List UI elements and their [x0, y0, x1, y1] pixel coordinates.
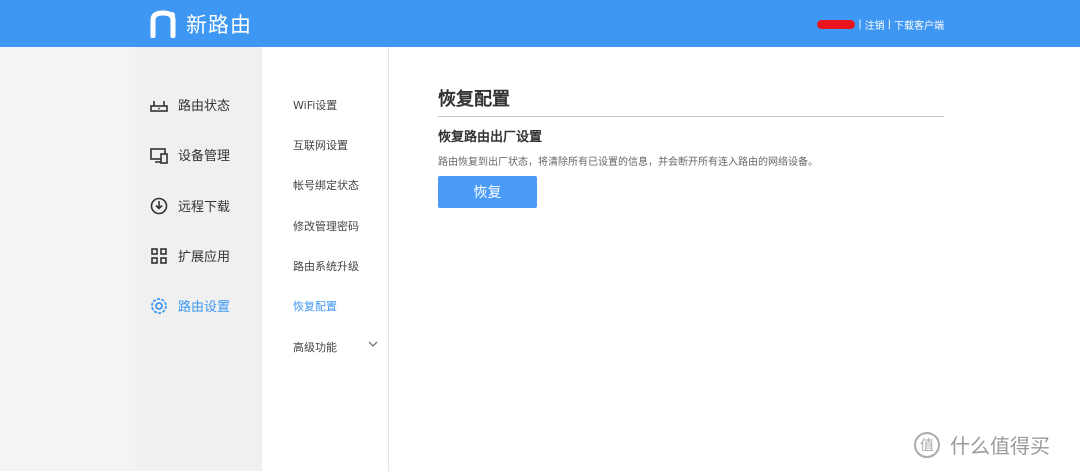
separator: |	[858, 19, 862, 30]
sidebar-item-device-management[interactable]: 设备管理	[150, 145, 230, 164]
watermark-text: 什么值得买	[950, 433, 1050, 458]
section-title: 恢复路由出厂设置	[438, 130, 543, 145]
top-bar: 新路由 | 注销 | 下载客户端	[0, 0, 1080, 47]
page-title: 恢复配置	[438, 89, 510, 110]
sidebar-item-label: 扩展应用	[178, 250, 231, 265]
separator: |	[887, 19, 891, 30]
subnav-item-restore-config[interactable]: 恢复配置	[293, 298, 337, 314]
main-content: 恢复配置 恢复路由出厂设置 路由恢复到出厂状态，将清除所有已设置的信息，并会断开…	[389, 47, 1080, 471]
restore-button[interactable]: 恢复	[438, 176, 537, 208]
user-links: | 注销 | 下载客户端	[817, 17, 944, 32]
subnav-item-label: 高级功能	[293, 341, 337, 354]
sidebar: 路由状态 设备管理 远程下载 扩展应用 路由设置	[135, 47, 262, 471]
subnav-item-admin-password[interactable]: 修改管理密码	[293, 218, 359, 234]
subnav-item-wifi[interactable]: WiFi设置	[293, 97, 337, 113]
settings-subnav: WiFi设置 互联网设置 帐号绑定状态 修改管理密码 路由系统升级 恢复配置 高…	[262, 47, 389, 471]
brand-logo[interactable]: 新路由	[150, 9, 252, 39]
download-client-link[interactable]: 下载客户端	[894, 17, 944, 32]
sidebar-item-extensions[interactable]: 扩展应用	[150, 246, 230, 265]
svg-text:值: 值	[920, 438, 934, 454]
subnav-item-system-upgrade[interactable]: 路由系统升级	[293, 258, 359, 274]
logout-link[interactable]: 注销	[865, 17, 885, 32]
sidebar-item-label: 设备管理	[178, 149, 231, 164]
chevron-down-icon	[368, 341, 378, 347]
watermark: 值 什么值得买	[912, 428, 1050, 460]
download-icon	[150, 197, 168, 214]
sidebar-item-label: 路由状态	[178, 99, 231, 114]
username-redacted	[817, 20, 856, 29]
subnav-item-advanced[interactable]: 高级功能	[293, 339, 378, 355]
sidebar-item-router-settings[interactable]: 路由设置	[150, 296, 230, 315]
device-icon	[150, 147, 168, 164]
logo-icon	[150, 10, 176, 38]
subnav-item-account-binding[interactable]: 帐号绑定状态	[293, 177, 359, 193]
sidebar-item-remote-download[interactable]: 远程下载	[150, 196, 230, 215]
sidebar-item-router-status[interactable]: 路由状态	[150, 95, 230, 114]
restore-description: 路由恢复到出厂状态，将清除所有已设置的信息，并会断开所有连入路由的网络设备。	[438, 157, 818, 168]
settings-icon	[151, 297, 167, 314]
apps-icon	[151, 247, 167, 264]
router-icon	[150, 100, 168, 112]
sidebar-item-label: 路由设置	[178, 300, 231, 315]
brand-name: 新路由	[186, 13, 252, 37]
subnav-item-internet[interactable]: 互联网设置	[293, 137, 348, 153]
divider	[438, 116, 944, 117]
sidebar-item-label: 远程下载	[178, 200, 231, 215]
smzdm-logo-icon: 值	[914, 432, 940, 458]
